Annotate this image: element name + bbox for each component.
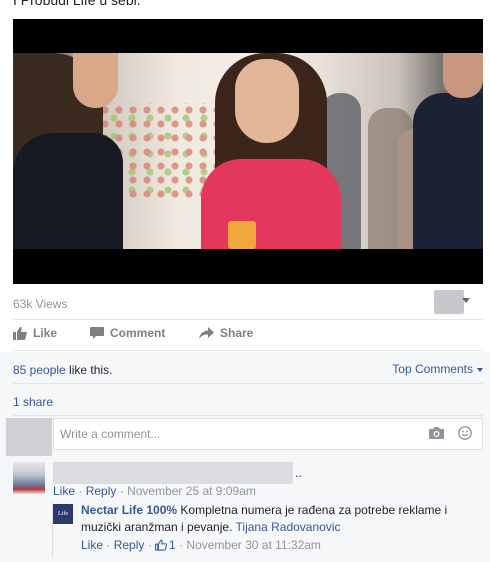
video-figure	[73, 53, 118, 108]
video-frame[interactable]	[13, 53, 483, 249]
video-figure	[201, 159, 341, 249]
video-views-count: 63k Views	[13, 297, 68, 311]
avatar[interactable]: Life	[53, 504, 73, 524]
camera-icon[interactable]	[429, 427, 444, 439]
divider	[13, 319, 483, 320]
reply-author-link[interactable]: Nectar Life 100%	[81, 503, 177, 517]
reply-like-count[interactable]: 1	[169, 538, 176, 552]
likes-summary: 85 people like this.	[13, 362, 112, 378]
comment-label: Comment	[110, 326, 166, 340]
chevron-down-icon[interactable]	[462, 298, 470, 303]
video-figure	[235, 59, 299, 143]
reply-body: Nectar Life 100% Kompletna numera je rađ…	[81, 502, 471, 536]
comment-input-box[interactable]	[53, 418, 483, 450]
reply-timestamp[interactable]: November 30 at 11:32am	[186, 538, 321, 552]
like-button[interactable]: Like	[13, 326, 57, 340]
share-button[interactable]: Share	[199, 326, 253, 340]
comment-author-name[interactable]	[53, 462, 293, 484]
meta-separator: ·	[144, 538, 156, 552]
reply-like-link[interactable]: Like	[81, 538, 103, 552]
video-glass	[228, 221, 256, 249]
speech-bubble-icon	[90, 326, 104, 339]
comments-section: 85 people like this. Top Comments 1 shar…	[0, 352, 490, 562]
meta-separator: ·	[119, 484, 128, 498]
comment-meta: Like · Reply · November 25 at 9:09am	[53, 484, 256, 498]
avatar	[6, 418, 52, 456]
reply-mention-link[interactable]: Tijana Radovanovic	[236, 520, 341, 534]
video-figure	[443, 53, 483, 98]
top-comments-label: Top Comments	[392, 362, 473, 376]
comment-author-suffix: ..	[295, 466, 302, 480]
meta-separator: ·	[103, 538, 114, 552]
share-label: Share	[220, 326, 254, 340]
share-arrow-icon	[199, 327, 214, 339]
thumbs-up-icon	[155, 539, 168, 551]
thumbs-up-icon	[13, 326, 27, 340]
likes-people-link[interactable]: 85 people	[13, 363, 66, 377]
divider	[13, 415, 483, 416]
chevron-down-icon	[477, 367, 483, 372]
video-figure	[413, 93, 483, 249]
meta-separator: ·	[175, 538, 187, 552]
divider	[13, 383, 483, 384]
reply-meta: Like · Reply · 1 · November 30 at 11:32a…	[81, 538, 321, 552]
shares-link[interactable]: 1 share	[13, 395, 53, 409]
video-player[interactable]	[13, 19, 483, 284]
page-avatar-selector[interactable]	[434, 290, 464, 314]
comment-like-link[interactable]: Like	[53, 484, 75, 498]
comment-reply-link[interactable]: Reply	[86, 484, 117, 498]
avatar[interactable]	[13, 462, 45, 494]
comment-button[interactable]: Comment	[90, 326, 165, 340]
video-figure	[13, 133, 123, 249]
likes-suffix: like this.	[65, 363, 113, 377]
meta-separator: ·	[78, 484, 86, 498]
comment-input[interactable]	[60, 426, 400, 442]
post-text: I Probudi Life u sebi.	[13, 0, 141, 8]
divider	[13, 350, 483, 351]
comment-timestamp[interactable]: November 25 at 9:09am	[127, 484, 256, 498]
smiley-icon[interactable]	[458, 426, 472, 440]
reply-reply-link[interactable]: Reply	[114, 538, 145, 552]
like-label: Like	[33, 326, 58, 340]
top-comments-dropdown[interactable]: Top Comments	[392, 362, 483, 376]
